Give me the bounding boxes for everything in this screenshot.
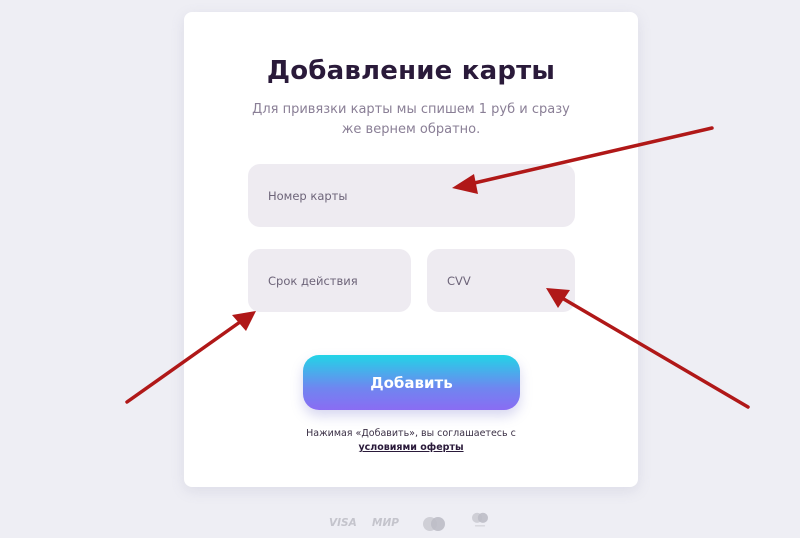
- maestro-icon: [472, 512, 488, 527]
- visa-logo: VISA: [329, 517, 357, 529]
- agreement-text: Нажимая «Добавить», вы соглашаетесь с: [306, 428, 516, 439]
- form-subtitle: Для привязки карты мы спишем 1 руб и сра…: [252, 102, 570, 137]
- add-card-button[interactable]: Добавить: [303, 355, 520, 410]
- card-number-input[interactable]: [248, 164, 575, 227]
- agreement-notice: Нажимая «Добавить», вы соглашаетесь с ус…: [184, 427, 638, 455]
- mastercard-icon: [423, 517, 445, 531]
- page: Добавление карты Для привязки карты мы с…: [0, 0, 800, 538]
- payment-logos: VISA МИР: [0, 512, 800, 534]
- mir-logo: МИР: [372, 517, 399, 529]
- offer-terms-link[interactable]: условиями оферты: [358, 441, 463, 455]
- page-title: Добавление карты: [266, 56, 556, 86]
- cvv-input[interactable]: [427, 249, 575, 312]
- expiry-date-input[interactable]: [248, 249, 411, 312]
- add-card-form: Добавление карты Для привязки карты мы с…: [184, 12, 638, 487]
